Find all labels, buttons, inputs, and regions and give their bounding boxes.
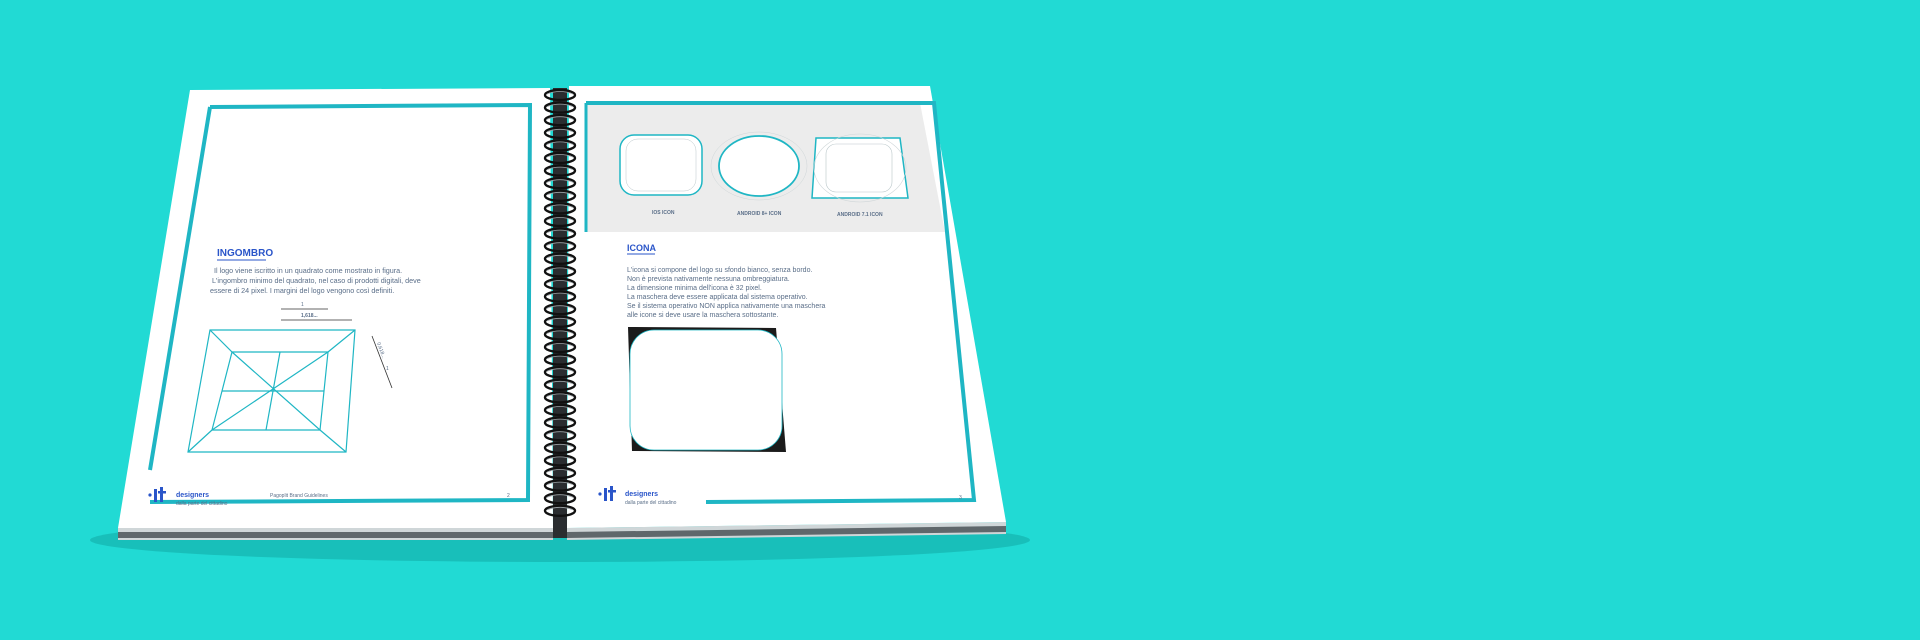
left-body-line-1: Il logo viene iscritto in un quadrato co… [214,266,402,275]
icon-label-ios: IOS ICON [652,210,675,216]
mask-icon-shape [628,327,786,452]
left-page-number: 2 [507,493,510,499]
left-body-line-3: essere di 24 pixel. I margini del logo v… [210,286,394,295]
ios-icon-shape [619,134,703,196]
right-body-line-6: alle icone si deve usare la maschera sot… [627,312,778,319]
dim-ratio-label: 1,618... [301,313,318,319]
right-footer-tagline: dalla parte del cittadino [625,500,677,506]
right-body-line-1: L'icona si compone del logo su sfondo bi… [627,267,812,274]
left-footer-tagline: dalla parte del cittadino [176,501,228,507]
android-7-icon-shape [811,133,909,203]
left-footer-doc: Pagoplit Brand Guidelines [270,493,328,499]
dim-side-b-label: 1 [386,366,389,372]
left-page: INGOMBRO Il logo viene iscritto in un qu… [118,88,553,540]
icon-label-android-7: ANDROID 7.1 ICON [837,212,883,218]
right-page: IOS ICON ANDROID 8+ ICON ANDROID 7.1 ICO… [567,86,1006,540]
right-body-line-3: La dimensione minima dell'icona è 32 pix… [627,285,762,292]
right-heading: ICONA [627,243,657,253]
left-body-line-2: L'ingombro minimo del quadrato, nel caso… [212,276,421,285]
notebook-scene: INGOMBRO Il logo viene iscritto in un qu… [90,86,1030,562]
right-body-line-4: La maschera deve essere applicata dal si… [627,294,808,301]
right-body-line-5: Se il sistema operativo NON applica nati… [627,303,826,310]
right-body-line-2: Non è prevista nativamente nessuna ombre… [627,276,790,283]
left-heading: INGOMBRO [217,248,273,259]
dim-top-label: 1 [301,302,304,308]
left-footer-brand: designers [176,492,209,499]
right-page-number: 3 [959,495,962,501]
right-footer-brand: designers [625,491,658,498]
icon-label-android-8: ANDROID 8+ ICON [737,211,782,217]
left-page-sheet [118,88,553,528]
